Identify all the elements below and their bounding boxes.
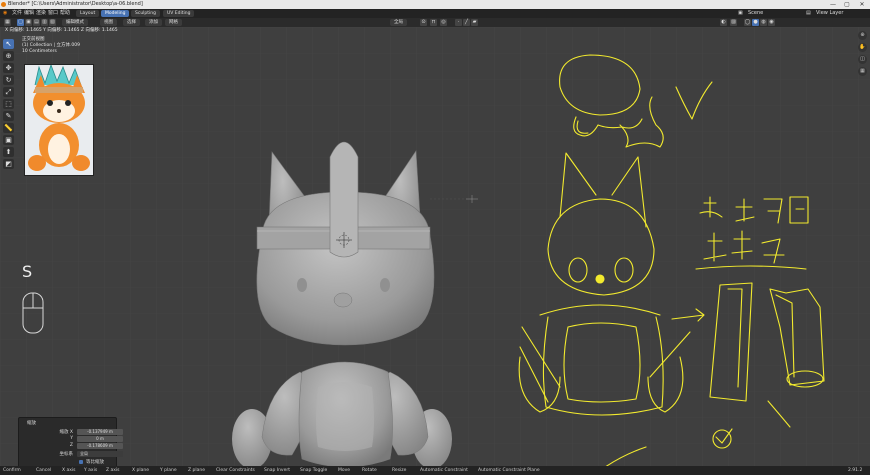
- top-menu-bar: ◉ 文件 编辑 渲染 窗口 帮助 Layout Modeling Sculpti…: [0, 9, 870, 18]
- camera-view-icon[interactable]: ◫: [858, 55, 867, 64]
- pan-hand-icon[interactable]: ✋: [858, 43, 867, 52]
- select-menu[interactable]: 选择: [123, 19, 140, 26]
- snap-icon[interactable]: ⊓: [430, 19, 437, 26]
- scale-x-label: 缩放 X: [59, 430, 73, 435]
- panel-title[interactable]: 缩放: [27, 420, 36, 426]
- status-resize: Resize: [392, 468, 407, 473]
- mode-dropdown[interactable]: 编辑模式: [62, 19, 88, 26]
- menu-help[interactable]: 帮助: [60, 9, 70, 18]
- add-menu[interactable]: 添加: [145, 19, 162, 26]
- reference-image[interactable]: [24, 64, 94, 176]
- status-x-axis: X axis: [62, 468, 76, 473]
- transform-info-line: X 向偏移: 1.1465 Y 向偏移: 1.1465 Z 向偏移: 1.146…: [5, 28, 118, 33]
- transform-orientation-dropdown[interactable]: 全局: [390, 19, 407, 26]
- scale-z-label: Z: [69, 443, 73, 448]
- close-button[interactable]: ✕: [855, 0, 869, 9]
- workspace-tab-uv[interactable]: UV Editing: [163, 10, 195, 17]
- proportional-checkbox[interactable]: [79, 460, 83, 464]
- title-bar: Blender* [C:\Users\Administrator\Desktop…: [0, 0, 870, 9]
- blender-window: Blender* [C:\Users\Administrator\Desktop…: [0, 0, 870, 475]
- status-auto-constraint: Automatic Constraint: [420, 468, 468, 473]
- shading-material-icon[interactable]: ◍: [760, 19, 767, 26]
- select-invert-icon[interactable]: ▥: [41, 19, 48, 26]
- move-tool-icon[interactable]: ✥: [3, 63, 14, 73]
- inset-tool-icon[interactable]: ◩: [3, 159, 14, 169]
- status-clear-constraints: Clear Constraints: [216, 468, 255, 473]
- scale-z-field[interactable]: -0.178609 m: [77, 443, 123, 449]
- status-cancel: Cancel: [36, 468, 52, 473]
- shading-render-icon[interactable]: ◉: [768, 19, 775, 26]
- blender-menu-icon[interactable]: ◉: [3, 9, 7, 18]
- zoom-icon[interactable]: ⊕: [858, 31, 867, 40]
- scale-y-field[interactable]: 0 m: [77, 436, 123, 442]
- status-auto-constraint-plane: Automatic Constraint Plane: [478, 468, 540, 473]
- cursor-tool-icon[interactable]: ⊕: [3, 51, 14, 61]
- select-tool-icon[interactable]: ↖: [3, 39, 14, 49]
- select-box-icon[interactable]: ▢: [17, 19, 24, 26]
- status-z-axis: Z axis: [106, 468, 120, 473]
- shading-solid-icon[interactable]: ●: [752, 19, 759, 26]
- shading-wire-icon[interactable]: ◯: [744, 19, 751, 26]
- status-y-axis: Y axis: [84, 468, 98, 473]
- maximize-button[interactable]: ▢: [840, 0, 854, 9]
- mesh-menu[interactable]: 网格: [165, 19, 182, 26]
- perspective-toggle-icon[interactable]: ▦: [858, 67, 867, 76]
- status-rotate: Rotate: [362, 468, 377, 473]
- pivot-icon[interactable]: ⊙: [420, 19, 427, 26]
- proportional-edit-icon[interactable]: ◎: [440, 19, 447, 26]
- scale-y-label: Y: [70, 436, 73, 441]
- measure-tool-icon[interactable]: 📏: [3, 123, 14, 133]
- annotate-tool-icon[interactable]: ✎: [3, 111, 14, 121]
- editor-type-icon[interactable]: ▦: [4, 19, 11, 26]
- status-snap-toggle: Snap Toggle: [300, 468, 328, 473]
- face-select-icon[interactable]: ▰: [471, 19, 478, 26]
- workspace-tab-modeling[interactable]: Modeling: [101, 10, 130, 17]
- transform-tool-icon[interactable]: ⬚: [3, 99, 14, 109]
- status-bar: Confirm Cancel X axis Y axis Z axis X pl…: [0, 466, 870, 475]
- scene-icon[interactable]: ▣: [738, 9, 743, 18]
- pressed-key-indicator: S: [22, 262, 33, 281]
- workspace-tab-sculpting[interactable]: Sculpting: [131, 10, 161, 17]
- rotate-tool-icon[interactable]: ↻: [3, 75, 14, 85]
- menu-edit[interactable]: 编辑: [24, 9, 34, 18]
- status-x-plane: X plane: [132, 468, 149, 473]
- minimize-button[interactable]: —: [826, 0, 840, 9]
- status-z-plane: Z plane: [188, 468, 205, 473]
- scene-selector[interactable]: Scene: [748, 9, 763, 18]
- viewport-header: ▦ ▢ ▣ ▤ ▥ ▧ 编辑模式 视图 选择 添加 网格 全局 ⊙ ⊓ ◎ · …: [0, 18, 870, 27]
- add-cube-tool-icon[interactable]: ▣: [3, 135, 14, 145]
- status-move: Move: [338, 468, 351, 473]
- blender-logo-icon: [1, 2, 6, 7]
- menu-window[interactable]: 窗口: [48, 9, 58, 18]
- scale-x-field[interactable]: -0.137949 m: [77, 429, 123, 435]
- mouse-icon: [22, 292, 44, 334]
- orientation-dropdown[interactable]: 全局: [77, 451, 123, 457]
- status-confirm: Confirm: [3, 468, 21, 473]
- scale-tool-icon[interactable]: ⤢: [3, 87, 14, 97]
- version-label: 2.91.2: [848, 468, 863, 473]
- view-layer-selector[interactable]: View Layer: [816, 9, 843, 18]
- view-layer-icon[interactable]: ▤: [806, 9, 811, 18]
- overlay-icon[interactable]: ◐: [720, 19, 727, 26]
- menu-file[interactable]: 文件: [12, 9, 22, 18]
- xray-icon[interactable]: ▨: [730, 19, 737, 26]
- select-extend-icon[interactable]: ▣: [25, 19, 32, 26]
- vertex-select-icon[interactable]: ·: [455, 19, 462, 26]
- workspace-tab-layout[interactable]: Layout: [76, 10, 100, 17]
- adjust-last-operation-panel[interactable]: 缩放 缩放 X -0.137949 m Y 0 m Z -0.178609 m …: [18, 417, 123, 468]
- select-subtract-icon[interactable]: ▤: [33, 19, 40, 26]
- view-menu[interactable]: 视图: [100, 19, 117, 26]
- status-snap-invert: Snap Invert: [264, 468, 290, 473]
- select-intersect-icon[interactable]: ▧: [49, 19, 56, 26]
- status-y-plane: Y plane: [160, 468, 177, 473]
- menu-render[interactable]: 渲染: [36, 9, 46, 18]
- 3d-viewport[interactable]: X 向偏移: 1.1465 Y 向偏移: 1.1465 Z 向偏移: 1.146…: [0, 27, 870, 466]
- window-title: Blender* [C:\Users\Administrator\Desktop…: [8, 1, 143, 7]
- extrude-tool-icon[interactable]: ⬆: [3, 147, 14, 157]
- edge-select-icon[interactable]: ╱: [463, 19, 470, 26]
- units-label: 10 Centimeters: [22, 49, 57, 54]
- orientation-label: 坐标系: [59, 452, 74, 457]
- proportional-label: 等比缩放: [86, 460, 104, 465]
- viewport-canvas: [0, 27, 870, 466]
